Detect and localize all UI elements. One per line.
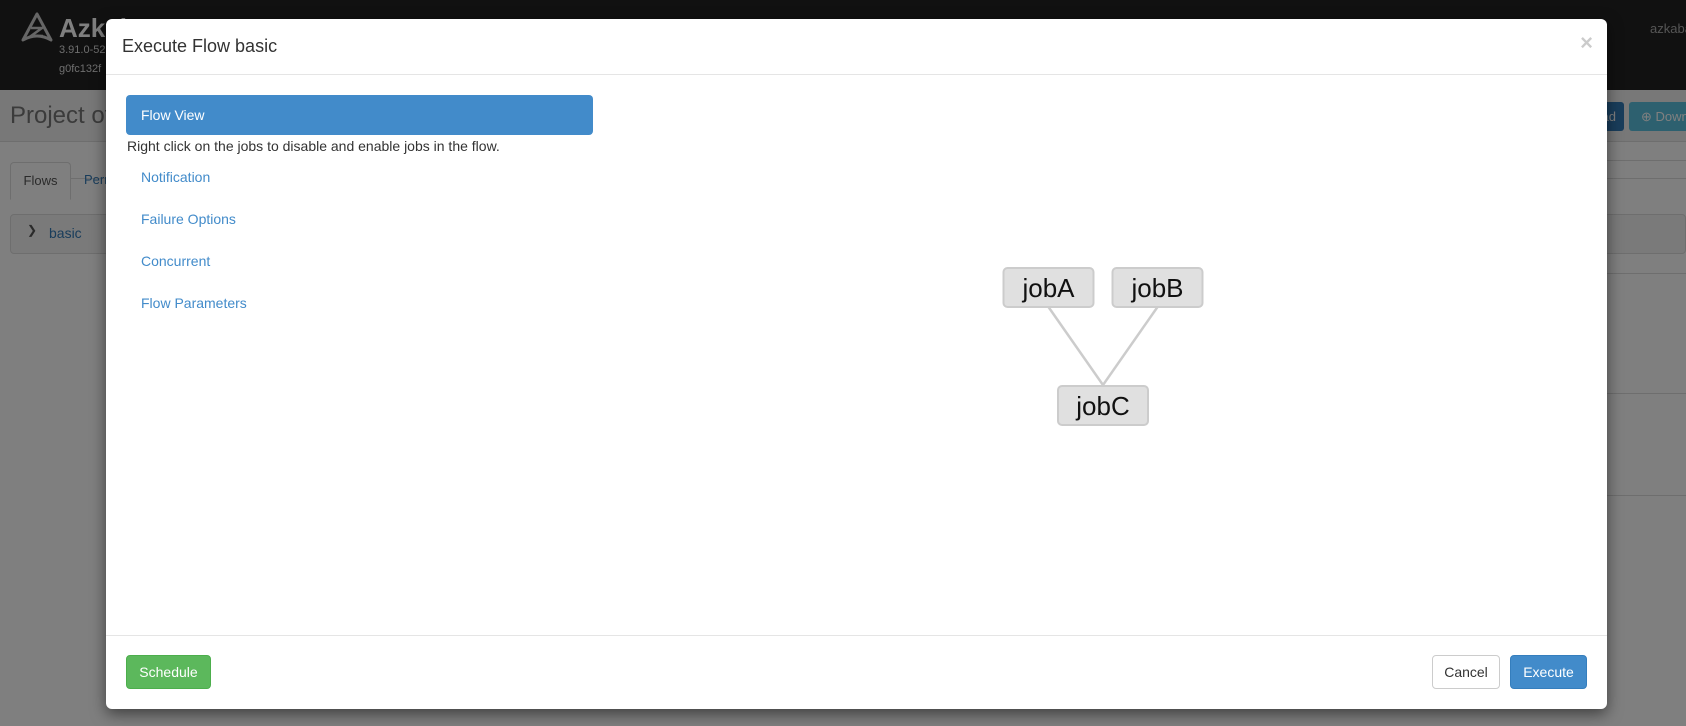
flow-graph-canvas[interactable]: jobA jobB jobC [106, 75, 1607, 634]
flow-graph[interactable]: jobA jobB jobC [106, 75, 1607, 634]
schedule-button[interactable]: Schedule [126, 655, 211, 689]
job-node-label: jobC [1075, 391, 1129, 421]
close-icon[interactable]: × [1580, 30, 1593, 56]
execute-flow-modal: Execute Flow basic × Flow View Right cli… [106, 19, 1607, 709]
job-node-jobB[interactable]: jobB [1111, 267, 1204, 308]
job-node-label: jobA [1021, 273, 1075, 303]
modal-title: Execute Flow basic [122, 36, 278, 56]
modal-footer: Schedule Cancel Execute [106, 635, 1607, 710]
cancel-button[interactable]: Cancel [1432, 655, 1500, 689]
job-node-jobA[interactable]: jobA [1002, 267, 1095, 308]
edge-jobA-jobC [1047, 306, 1105, 386]
job-node-jobC[interactable]: jobC [1057, 385, 1149, 426]
job-node-label: jobB [1130, 273, 1183, 303]
execute-button[interactable]: Execute [1510, 655, 1587, 689]
modal-header: Execute Flow basic × [106, 19, 1607, 75]
edge-jobB-jobC [1101, 306, 1159, 386]
